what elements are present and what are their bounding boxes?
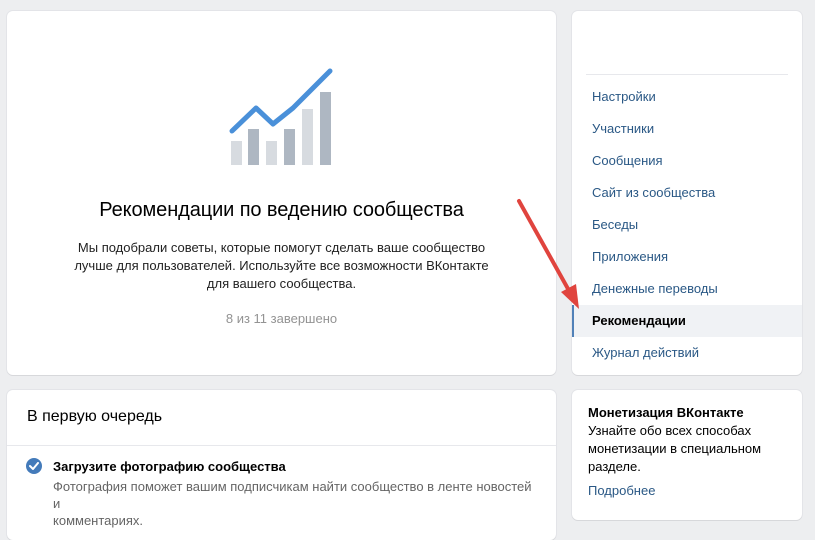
- community-menu: Настройки Участники Сообщения Сайт из со…: [572, 11, 802, 375]
- recommendations-card: Рекомендации по ведению сообщества Мы по…: [7, 11, 556, 375]
- growth-chart-icon: [229, 68, 333, 165]
- menu-item-apps[interactable]: Приложения: [572, 241, 802, 273]
- menu-item-website[interactable]: Сайт из сообщества: [572, 177, 802, 209]
- monetization-text-line: Узнайте обо всех способах: [588, 423, 752, 438]
- progress-status: 8 из 11 завершено: [225, 311, 338, 326]
- more-link[interactable]: Подробнее: [588, 482, 655, 500]
- task-description-line: комментариях.: [53, 513, 144, 528]
- monetization-text: Узнайте обо всех способах монетизации в …: [588, 422, 786, 476]
- menu-item-members[interactable]: Участники: [572, 113, 802, 145]
- menu-divider: [586, 74, 788, 75]
- hero-description-line: лучше для пользователей. Используйте все…: [74, 258, 489, 273]
- menu-item-money-transfers[interactable]: Денежные переводы: [572, 273, 802, 305]
- menu-item-chats[interactable]: Беседы: [572, 209, 802, 241]
- monetization-text-line: разделе.: [588, 459, 641, 474]
- task-description-line: Фотография поможет вашим подписчикам най…: [53, 479, 532, 511]
- monetization-title: Монетизация ВКонтакте: [588, 405, 744, 420]
- menu-item-settings[interactable]: Настройки: [572, 81, 802, 113]
- task-description: Фотография поможет вашим подписчикам най…: [53, 478, 536, 529]
- menu-item-recommendations[interactable]: Рекомендации: [572, 305, 802, 337]
- monetization-text-line: монетизации в специальном: [588, 441, 762, 456]
- checkmark-icon: [26, 458, 42, 474]
- priority-card: В первую очередь Загрузите фотографию со…: [7, 390, 556, 540]
- monetization-card: Монетизация ВКонтакте Узнайте обо всех с…: [572, 390, 802, 520]
- hero-description-line: для вашего сообщества.: [206, 276, 357, 291]
- hero-description-line: Мы подобрали советы, которые помогут сде…: [77, 240, 486, 255]
- hero-description: Мы подобрали советы, которые помогут сде…: [47, 239, 516, 293]
- menu-item-action-log[interactable]: Журнал действий: [572, 337, 802, 369]
- menu-list: Настройки Участники Сообщения Сайт из со…: [572, 81, 802, 369]
- priority-header: В первую очередь: [7, 390, 556, 446]
- page-title: Рекомендации по ведению сообщества: [99, 199, 464, 221]
- menu-item-messages[interactable]: Сообщения: [572, 145, 802, 177]
- task-title[interactable]: Загрузите фотографию сообщества: [53, 458, 536, 476]
- task-item[interactable]: Загрузите фотографию сообщества Фотограф…: [7, 446, 556, 529]
